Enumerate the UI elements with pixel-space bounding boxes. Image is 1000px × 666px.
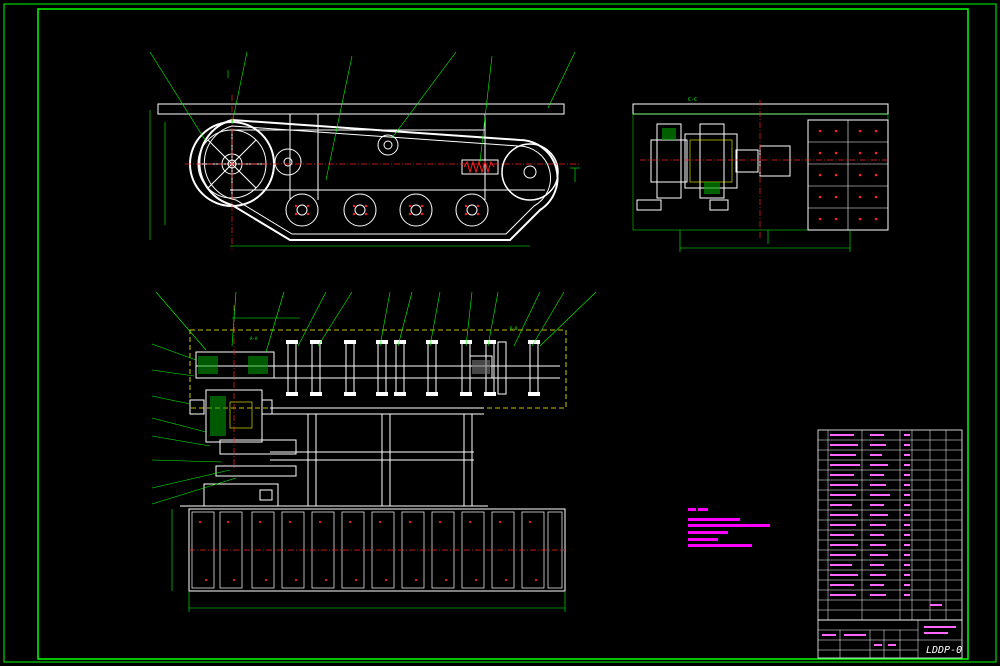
drawing-code: LDDP-0	[926, 645, 962, 656]
end-view-label: C-C	[688, 97, 697, 103]
plan-section-a-label: A-A	[250, 336, 258, 341]
cad-drawing: C-C A-A B-B LDDP-0	[0, 0, 1000, 666]
plan-section-b-label: B-B	[510, 326, 518, 331]
